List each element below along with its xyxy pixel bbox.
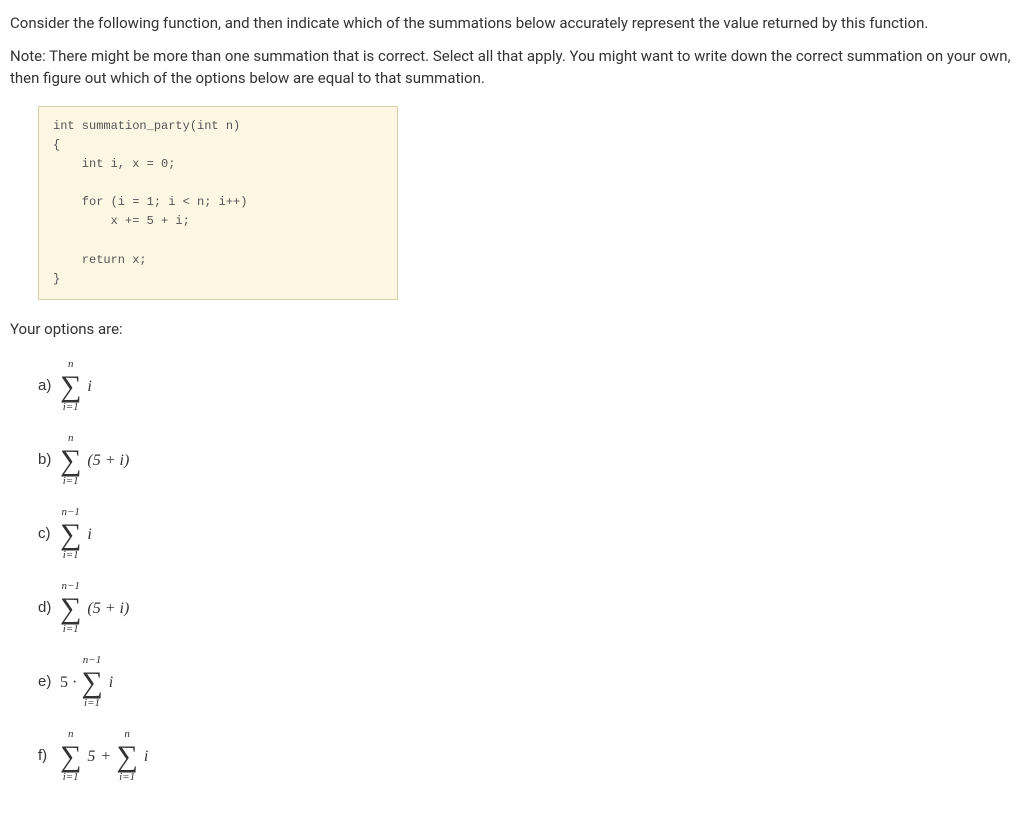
options-list: a) n ∑ i=1 i b) n ∑ i=1 (5 + i) c) n−1 ∑ [38, 359, 1016, 785]
sigma-icon: n ∑ i=1 [60, 729, 81, 785]
option-letter: b) [38, 449, 60, 472]
option-letter: e) [38, 671, 60, 694]
option-b[interactable]: b) n ∑ i=1 (5 + i) [38, 433, 1016, 489]
summand: (5 + i) [85, 449, 129, 473]
summand: 5 [85, 745, 95, 769]
option-e[interactable]: e) 5 · n−1 ∑ i=1 i [38, 655, 1016, 711]
sigma-icon: n ∑ i=1 [60, 359, 81, 415]
summand: i [142, 745, 148, 769]
summand: i [85, 523, 91, 547]
question-note: Note: There might be more than one summa… [10, 45, 1016, 90]
option-d[interactable]: d) n−1 ∑ i=1 (5 + i) [38, 581, 1016, 637]
summand: (5 + i) [85, 597, 129, 621]
option-c[interactable]: c) n−1 ∑ i=1 i [38, 507, 1016, 563]
plus-icon: + [95, 745, 116, 769]
sigma-icon: n−1 ∑ i=1 [60, 507, 81, 563]
sigma-icon: n ∑ i=1 [116, 729, 137, 785]
summand: i [85, 375, 91, 399]
sigma-icon: n−1 ∑ i=1 [81, 655, 102, 711]
option-letter: a) [38, 375, 60, 398]
summand: i [107, 671, 113, 695]
option-letter: c) [38, 523, 60, 546]
coefficient: 5 · [60, 671, 81, 695]
code-block: int summation_party(int n) { int i, x = … [38, 106, 398, 301]
option-letter: f) [38, 745, 60, 768]
option-f[interactable]: f) n ∑ i=1 5 + n ∑ i=1 i [38, 729, 1016, 785]
option-a[interactable]: a) n ∑ i=1 i [38, 359, 1016, 415]
options-heading: Your options are: [10, 318, 1016, 341]
sigma-icon: n−1 ∑ i=1 [60, 581, 81, 637]
question-intro: Consider the following function, and the… [10, 12, 1016, 35]
option-letter: d) [38, 597, 60, 620]
sigma-icon: n ∑ i=1 [60, 433, 81, 489]
